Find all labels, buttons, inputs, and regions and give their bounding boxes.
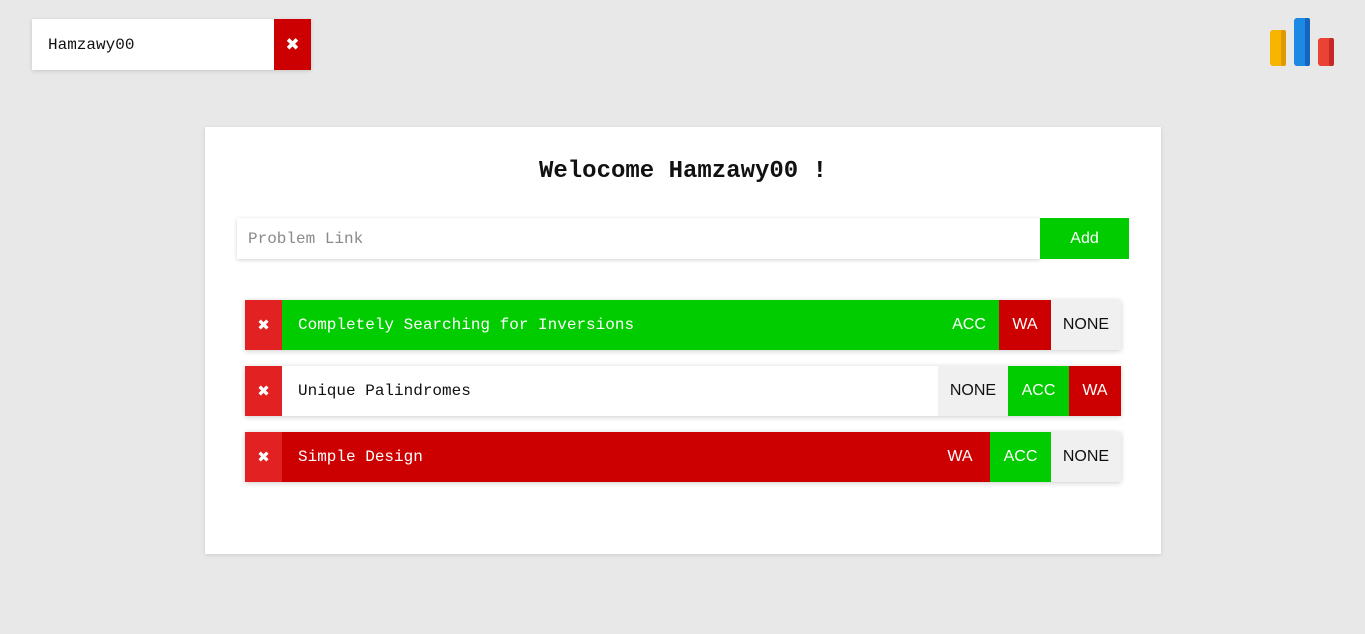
close-icon: ✖ xyxy=(257,448,270,466)
status-button-acc[interactable]: ACC xyxy=(990,432,1051,482)
add-button[interactable]: Add xyxy=(1040,218,1129,259)
status-button-wa[interactable]: WA xyxy=(999,300,1051,350)
problem-list: ✖ Completely Searching for Inversions ACC W… xyxy=(245,300,1121,498)
add-problem-row: Add xyxy=(237,218,1129,259)
status-button-acc[interactable]: ACC xyxy=(1008,366,1069,416)
status-button-none[interactable]: NONE xyxy=(1051,432,1121,482)
problem-title[interactable]: Completely Searching for Inversions xyxy=(282,300,939,350)
logo-bar-yellow-shade xyxy=(1281,30,1286,66)
problem-title[interactable]: Unique Palindromes xyxy=(282,366,938,416)
status-button-none[interactable]: NONE xyxy=(938,366,1008,416)
delete-problem-button[interactable]: ✖ xyxy=(245,432,282,482)
status-button-acc[interactable]: ACC xyxy=(939,300,999,350)
main-card: Welocome Hamzawy00 ! Add ✖ Completely Sea… xyxy=(205,127,1161,554)
close-icon: ✖ xyxy=(257,382,270,400)
close-icon: ✖ xyxy=(257,316,270,334)
status-button-wa[interactable]: WA xyxy=(1069,366,1121,416)
close-icon: ✖ xyxy=(285,34,300,55)
delete-problem-button[interactable]: ✖ xyxy=(245,366,282,416)
problem-title[interactable]: Simple Design xyxy=(282,432,930,482)
user-chip: Hamzawy00 ✖ xyxy=(32,19,311,70)
problem-row: ✖ Simple Design WA ACC NONE xyxy=(245,432,1121,482)
username-label: Hamzawy00 xyxy=(48,35,135,54)
logo-bar-red-shade xyxy=(1329,38,1334,66)
logo-bar-blue-shade xyxy=(1305,18,1310,66)
problem-row: ✖ Unique Palindromes NONE ACC WA xyxy=(245,366,1121,416)
problem-row: ✖ Completely Searching for Inversions ACC W… xyxy=(245,300,1121,350)
status-button-none[interactable]: NONE xyxy=(1051,300,1121,350)
logout-button[interactable]: ✖ xyxy=(274,19,311,70)
delete-problem-button[interactable]: ✖ xyxy=(245,300,282,350)
problem-link-input[interactable] xyxy=(237,218,1040,259)
status-button-wa[interactable]: WA xyxy=(930,432,990,482)
page-title: Welocome Hamzawy00 ! xyxy=(538,158,828,185)
bar-chart-logo-icon xyxy=(1270,18,1334,66)
